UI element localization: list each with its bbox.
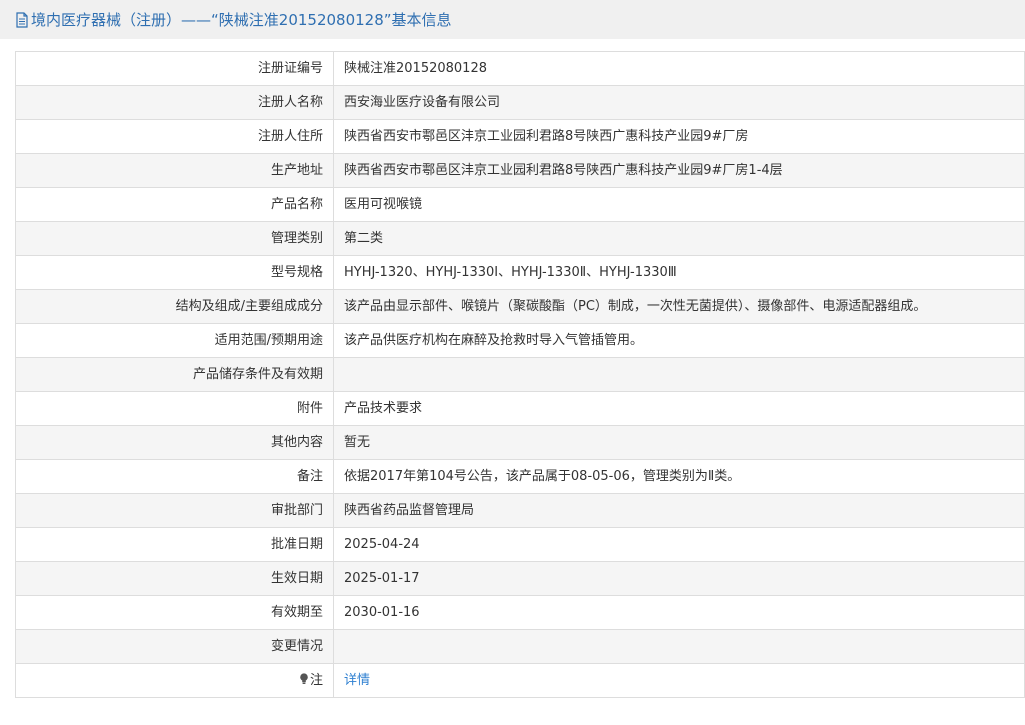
row-label: 其他内容 xyxy=(15,425,334,460)
lightbulb-icon xyxy=(299,673,310,688)
row-value: 第二类 xyxy=(333,221,1025,256)
table-row: 产品储存条件及有效期 xyxy=(15,357,1025,392)
table-row: 注册证编号 陕械注准20152080128 xyxy=(15,51,1025,86)
row-label: 附件 xyxy=(15,391,334,426)
page-header: 境内医疗器械（注册）——“陕械注准20152080128”基本信息 xyxy=(0,0,1025,39)
row-label: 生效日期 xyxy=(15,561,334,596)
table-row: 结构及组成/主要组成成分 该产品由显示部件、喉镜片（聚碳酸酯（PC）制成，一次性… xyxy=(15,289,1025,324)
row-value xyxy=(333,357,1025,392)
row-value: 产品技术要求 xyxy=(333,391,1025,426)
row-value: 2030-01-16 xyxy=(333,595,1025,630)
table-row: 产品名称 医用可视喉镜 xyxy=(15,187,1025,222)
row-value: 陕西省西安市鄠邑区沣京工业园利君路8号陕西广惠科技产业园9#厂房 xyxy=(333,119,1025,154)
details-link[interactable]: 详情 xyxy=(344,673,370,688)
row-value: 2025-01-17 xyxy=(333,561,1025,596)
row-label: 批准日期 xyxy=(15,527,334,562)
table-row: 变更情况 xyxy=(15,629,1025,664)
info-table: 注册证编号 陕械注准20152080128 注册人名称 西安海业医疗设备有限公司… xyxy=(15,51,1025,698)
table-row: 管理类别 第二类 xyxy=(15,221,1025,256)
note-label: 注 xyxy=(309,673,323,688)
table-row: 备注 依据2017年第104号公告，该产品属于08-05-06，管理类别为Ⅱ类。 xyxy=(15,459,1025,494)
row-label: 审批部门 xyxy=(15,493,334,528)
page-title: 境内医疗器械（注册）——“陕械注准20152080128”基本信息 xyxy=(31,11,452,29)
table-row: 有效期至 2030-01-16 xyxy=(15,595,1025,630)
info-card: 注册证编号 陕械注准20152080128 注册人名称 西安海业医疗设备有限公司… xyxy=(0,39,1025,725)
row-value: 该产品供医疗机构在麻醉及抢救时导入气管插管用。 xyxy=(333,323,1025,358)
row-label: 注册人住所 xyxy=(15,119,334,154)
note-row: 注 详情 xyxy=(15,663,1025,698)
table-row: 型号规格 HYHJ-1320、HYHJ-1330Ⅰ、HYHJ-1330Ⅱ、HYH… xyxy=(15,255,1025,290)
table-row: 其他内容 暂无 xyxy=(15,425,1025,460)
row-label: 生产地址 xyxy=(15,153,334,188)
row-value: 陕西省西安市鄠邑区沣京工业园利君路8号陕西广惠科技产业园9#厂房1-4层 xyxy=(333,153,1025,188)
row-label: 变更情况 xyxy=(15,629,334,664)
row-value: 医用可视喉镜 xyxy=(333,187,1025,222)
row-value: 陕械注准20152080128 xyxy=(333,51,1025,86)
row-label: 管理类别 xyxy=(15,221,334,256)
row-label: 产品储存条件及有效期 xyxy=(15,357,334,392)
row-value: 该产品由显示部件、喉镜片（聚碳酸酯（PC）制成，一次性无菌提供）、摄像部件、电源… xyxy=(333,289,1025,324)
table-row: 审批部门 陕西省药品监督管理局 xyxy=(15,493,1025,528)
document-icon xyxy=(15,11,31,29)
row-value: HYHJ-1320、HYHJ-1330Ⅰ、HYHJ-1330Ⅱ、HYHJ-133… xyxy=(333,255,1025,290)
row-label: 结构及组成/主要组成成分 xyxy=(15,289,334,324)
row-value: 依据2017年第104号公告，该产品属于08-05-06，管理类别为Ⅱ类。 xyxy=(333,459,1025,494)
row-value: 陕西省药品监督管理局 xyxy=(333,493,1025,528)
row-label: 备注 xyxy=(15,459,334,494)
table-row: 注册人住所 陕西省西安市鄠邑区沣京工业园利君路8号陕西广惠科技产业园9#厂房 xyxy=(15,119,1025,154)
row-label: 有效期至 xyxy=(15,595,334,630)
note-label-cell: 注 xyxy=(15,663,334,698)
table-row: 注册人名称 西安海业医疗设备有限公司 xyxy=(15,85,1025,120)
row-label: 注册证编号 xyxy=(15,51,334,86)
row-value: 西安海业医疗设备有限公司 xyxy=(333,85,1025,120)
row-label: 型号规格 xyxy=(15,255,334,290)
row-label: 产品名称 xyxy=(15,187,334,222)
table-row: 生产地址 陕西省西安市鄠邑区沣京工业园利君路8号陕西广惠科技产业园9#厂房1-4… xyxy=(15,153,1025,188)
note-value-cell: 详情 xyxy=(333,663,1025,698)
table-row: 附件 产品技术要求 xyxy=(15,391,1025,426)
table-row: 适用范围/预期用途 该产品供医疗机构在麻醉及抢救时导入气管插管用。 xyxy=(15,323,1025,358)
row-value: 暂无 xyxy=(333,425,1025,460)
row-label: 适用范围/预期用途 xyxy=(15,323,334,358)
row-value xyxy=(333,629,1025,664)
table-row: 批准日期 2025-04-24 xyxy=(15,527,1025,562)
table-row: 生效日期 2025-01-17 xyxy=(15,561,1025,596)
row-value: 2025-04-24 xyxy=(333,527,1025,562)
row-label: 注册人名称 xyxy=(15,85,334,120)
